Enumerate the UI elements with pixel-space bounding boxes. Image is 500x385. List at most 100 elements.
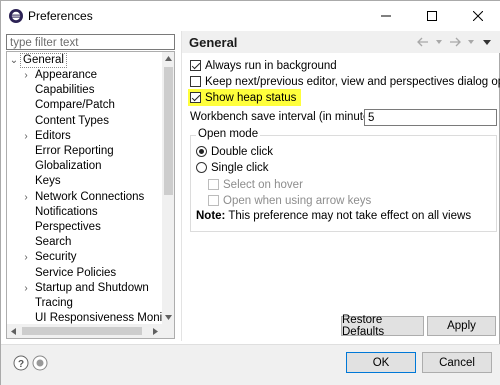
cancel-button[interactable]: Cancel <box>422 352 492 373</box>
preferences-tree[interactable]: ⌄ General › Appearance Capabilities Compare… <box>6 51 175 339</box>
double-click-radio[interactable]: Double click <box>196 144 273 159</box>
view-menu-icon[interactable] <box>480 35 494 49</box>
scroll-left-arrow-icon[interactable] <box>7 324 20 338</box>
scrollbar-corner <box>162 324 174 338</box>
tree-item-label: Appearance <box>35 69 98 81</box>
forward-dropdown-icon[interactable] <box>464 35 478 49</box>
apply-button[interactable]: Apply <box>427 316 496 336</box>
vertical-scroll-thumb[interactable] <box>164 67 173 195</box>
save-interval-input[interactable] <box>365 110 496 126</box>
show-heap-status-checkbox[interactable]: Show heap status <box>188 89 302 106</box>
tree-item[interactable]: Content Types <box>7 114 162 129</box>
minimize-button[interactable] <box>363 1 409 31</box>
window-title: Preferences <box>28 9 93 23</box>
tree-item[interactable]: › Appearance <box>7 68 162 83</box>
open-arrow-keys-checkbox: Open when using arrow keys <box>208 193 371 208</box>
open-mode-note: Note: This preference may not take effec… <box>196 210 471 222</box>
close-button[interactable] <box>455 1 500 31</box>
page-header: General <box>182 31 500 53</box>
tree-item-label: Capabilities <box>35 84 95 97</box>
tree-item-label: Error Reporting <box>35 145 114 157</box>
radio-label: Double click <box>211 145 273 158</box>
tree-item[interactable]: Service Policies <box>7 266 162 281</box>
tree-item-general[interactable]: ⌄ General <box>7 53 162 68</box>
forward-arrow-icon[interactable] <box>448 35 462 49</box>
scroll-right-arrow-icon[interactable] <box>149 324 162 338</box>
minimize-icon <box>381 15 391 17</box>
scroll-up-arrow-icon[interactable] <box>162 52 174 65</box>
tree-item-label: Notifications <box>35 205 98 218</box>
tree-item[interactable]: Tracing <box>7 296 162 311</box>
svg-text:?: ? <box>18 359 24 370</box>
back-dropdown-icon[interactable] <box>432 35 446 49</box>
open-mode-title: Open mode <box>196 128 261 140</box>
tree-item[interactable]: › Startup and Shutdown <box>7 281 162 296</box>
filter-input[interactable] <box>7 36 174 50</box>
tree-item[interactable]: Keys <box>7 174 162 189</box>
vertical-scrollbar[interactable] <box>162 52 174 324</box>
tree-item[interactable]: Compare/Patch <box>7 98 162 113</box>
chevron-right-icon[interactable]: › <box>21 190 31 205</box>
record-macro-icon[interactable] <box>32 355 48 371</box>
checkbox-box <box>208 195 219 206</box>
tree-item-label: Globalization <box>35 160 102 173</box>
chevron-down-icon[interactable]: ⌄ <box>9 53 19 68</box>
keep-dialog-open-checkbox[interactable]: Keep next/previous editor, view and pers… <box>190 74 500 89</box>
tree-item-label: Keys <box>35 175 61 188</box>
back-arrow-icon[interactable] <box>416 35 430 49</box>
tree-item-label: Network Connections <box>35 190 145 203</box>
restore-defaults-button[interactable]: Restore Defaults <box>341 314 424 338</box>
radio-button[interactable] <box>196 162 207 173</box>
title-bar: Preferences <box>1 1 500 31</box>
help-icon[interactable]: ? <box>13 355 29 371</box>
tree-item[interactable]: Error Reporting <box>7 144 162 159</box>
tree-item[interactable]: Capabilities <box>7 83 162 98</box>
tree-item-label: Startup and Shutdown <box>35 281 149 294</box>
checkbox-box[interactable] <box>190 60 201 71</box>
maximize-icon <box>427 11 437 21</box>
scroll-down-arrow-icon[interactable] <box>162 311 174 324</box>
save-interval-field[interactable] <box>364 109 497 126</box>
note-text: This preference may not take effect on a… <box>225 210 472 222</box>
checkbox-box[interactable] <box>190 92 201 103</box>
chevron-right-icon[interactable]: › <box>21 129 31 144</box>
select-on-hover-checkbox: Select on hover <box>208 177 303 192</box>
close-icon <box>473 11 483 21</box>
checkbox-box <box>208 179 219 190</box>
tree-item-label: Service Policies <box>35 266 117 279</box>
checkbox-box[interactable] <box>190 76 201 87</box>
radio-button[interactable] <box>196 146 207 157</box>
tree-item[interactable]: Perspectives <box>7 220 162 235</box>
tree-item[interactable]: Search <box>7 235 162 250</box>
chevron-right-icon[interactable]: › <box>21 250 31 265</box>
checkbox-label: Always run in background <box>205 59 337 72</box>
filter-field[interactable] <box>6 34 175 50</box>
checkbox-label: Open when using arrow keys <box>223 194 372 207</box>
radio-label: Single click <box>211 161 269 174</box>
maximize-button[interactable] <box>409 1 455 31</box>
tree-item[interactable]: Globalization <box>7 159 162 174</box>
horizontal-scrollbar[interactable] <box>7 324 162 338</box>
horizontal-scroll-thumb[interactable] <box>22 327 142 335</box>
tree-item[interactable]: › Editors <box>7 129 162 144</box>
note-bold: Note: <box>196 210 226 222</box>
always-run-background-checkbox[interactable]: Always run in background <box>190 58 337 73</box>
save-interval-label: Workbench save interval (in minutes): <box>190 111 383 123</box>
ok-button[interactable]: OK <box>346 352 416 373</box>
tree-item[interactable]: › Network Connections <box>7 190 162 205</box>
checkbox-label: Select on hover <box>223 178 303 191</box>
checkbox-label: Keep next/previous editor, view and pers… <box>205 75 500 88</box>
tree-item-label: General <box>20 53 67 68</box>
tree-item[interactable]: › Security <box>7 250 162 265</box>
tree-item-label: Search <box>35 236 72 249</box>
page-nav <box>416 35 494 49</box>
tree-item-label: Perspectives <box>35 221 101 233</box>
tree-item-label: Security <box>35 251 77 264</box>
tree-item[interactable]: Notifications <box>7 205 162 220</box>
chevron-right-icon[interactable]: › <box>21 281 31 296</box>
chevron-right-icon[interactable]: › <box>21 68 31 83</box>
preferences-window: Preferences ⌄ General › Appearance Capabil… <box>0 0 500 385</box>
pane-divider[interactable] <box>181 31 182 341</box>
single-click-radio[interactable]: Single click <box>196 160 269 175</box>
tree-item-label: Tracing <box>35 297 73 309</box>
